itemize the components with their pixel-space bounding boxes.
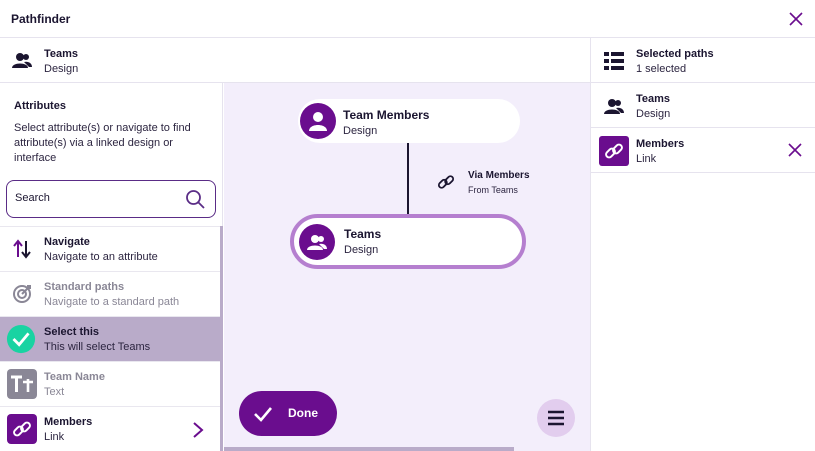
link-icon (7, 414, 37, 444)
node-type: Design (343, 125, 378, 137)
window-title: Pathfinder (11, 12, 71, 26)
list-scrollbar[interactable] (220, 226, 223, 451)
item-sub: Text (44, 386, 65, 398)
check-icon (254, 407, 272, 422)
link-icon (437, 175, 455, 189)
item-label: Standard paths (44, 281, 125, 293)
hamburger-icon (548, 410, 564, 426)
item-sub: This will select Teams (44, 341, 151, 353)
node-type: Design (344, 244, 379, 256)
people-icon (12, 53, 32, 68)
context-bar: Teams Design (0, 38, 590, 83)
list-item-navigate[interactable]: Navigate Navigate to an attribute (0, 226, 220, 271)
list-item-select-this[interactable]: Select this This will select Teams (0, 316, 220, 361)
item-label: Navigate (44, 236, 90, 248)
item-sub: Navigate to a standard path (44, 296, 180, 308)
search-icon[interactable] (185, 189, 205, 209)
path-connector (407, 143, 409, 218)
person-icon (300, 103, 336, 139)
node-name: Team Members (343, 108, 430, 122)
item-label: Team Name (44, 371, 105, 383)
selected-paths-title: Selected paths (636, 48, 714, 60)
attributes-description: Select attribute(s) or navigate to find … (14, 122, 191, 164)
item-label: Members (44, 416, 93, 428)
via-sub: From Teams (468, 185, 518, 195)
title-bar: Pathfinder (0, 0, 815, 38)
item-sub: Navigate to an attribute (44, 251, 158, 263)
selected-count: 1 selected (636, 63, 687, 75)
done-button[interactable]: Done (239, 391, 337, 436)
people-icon (599, 91, 629, 121)
context-type: Design (44, 63, 79, 75)
target-icon (7, 279, 37, 309)
close-icon[interactable] (789, 12, 803, 26)
via-title: Via Members (468, 170, 530, 181)
path-row-members[interactable]: Members Link (591, 128, 815, 173)
path-canvas: Team Members Design Via Members From Tea… (224, 83, 590, 451)
search-placeholder: Search (15, 192, 50, 204)
list-item-team-name[interactable]: Team Name Text (0, 361, 220, 406)
done-label: Done (288, 406, 318, 420)
chevron-right-icon[interactable] (192, 421, 204, 439)
node-teams-selected[interactable]: Teams Design (290, 214, 526, 269)
node-team-members[interactable]: Team Members Design (298, 99, 520, 143)
canvas-scrollbar[interactable] (224, 447, 514, 451)
check-circle-icon (6, 324, 36, 354)
node-name: Teams (344, 227, 382, 241)
menu-button[interactable] (537, 399, 575, 437)
text-type-icon (7, 369, 37, 399)
selected-paths-panel: Selected paths 1 selected Teams Design M… (590, 38, 815, 451)
list-item-standard-paths[interactable]: Standard paths Navigate to a standard pa… (0, 271, 220, 316)
list-icon (599, 46, 629, 76)
up-down-arrows-icon (7, 234, 37, 264)
item-label: Select this (44, 326, 100, 338)
attributes-heading: Attributes (14, 100, 66, 112)
attributes-panel: Attributes Select attribute(s) or naviga… (0, 83, 223, 451)
item-sub: Link (44, 431, 65, 443)
list-item-members[interactable]: Members Link (0, 406, 220, 451)
people-icon (299, 224, 335, 260)
remove-icon[interactable] (788, 143, 802, 157)
path-row-label: Members (636, 138, 685, 150)
path-row-sub: Design (636, 108, 671, 120)
selected-paths-header: Selected paths 1 selected (591, 38, 815, 83)
link-icon (599, 136, 629, 166)
search-input[interactable]: Search (6, 180, 216, 218)
context-name: Teams (44, 48, 79, 60)
path-row-sub: Link (636, 153, 657, 165)
path-row-teams[interactable]: Teams Design (591, 83, 815, 128)
path-row-label: Teams (636, 93, 671, 105)
